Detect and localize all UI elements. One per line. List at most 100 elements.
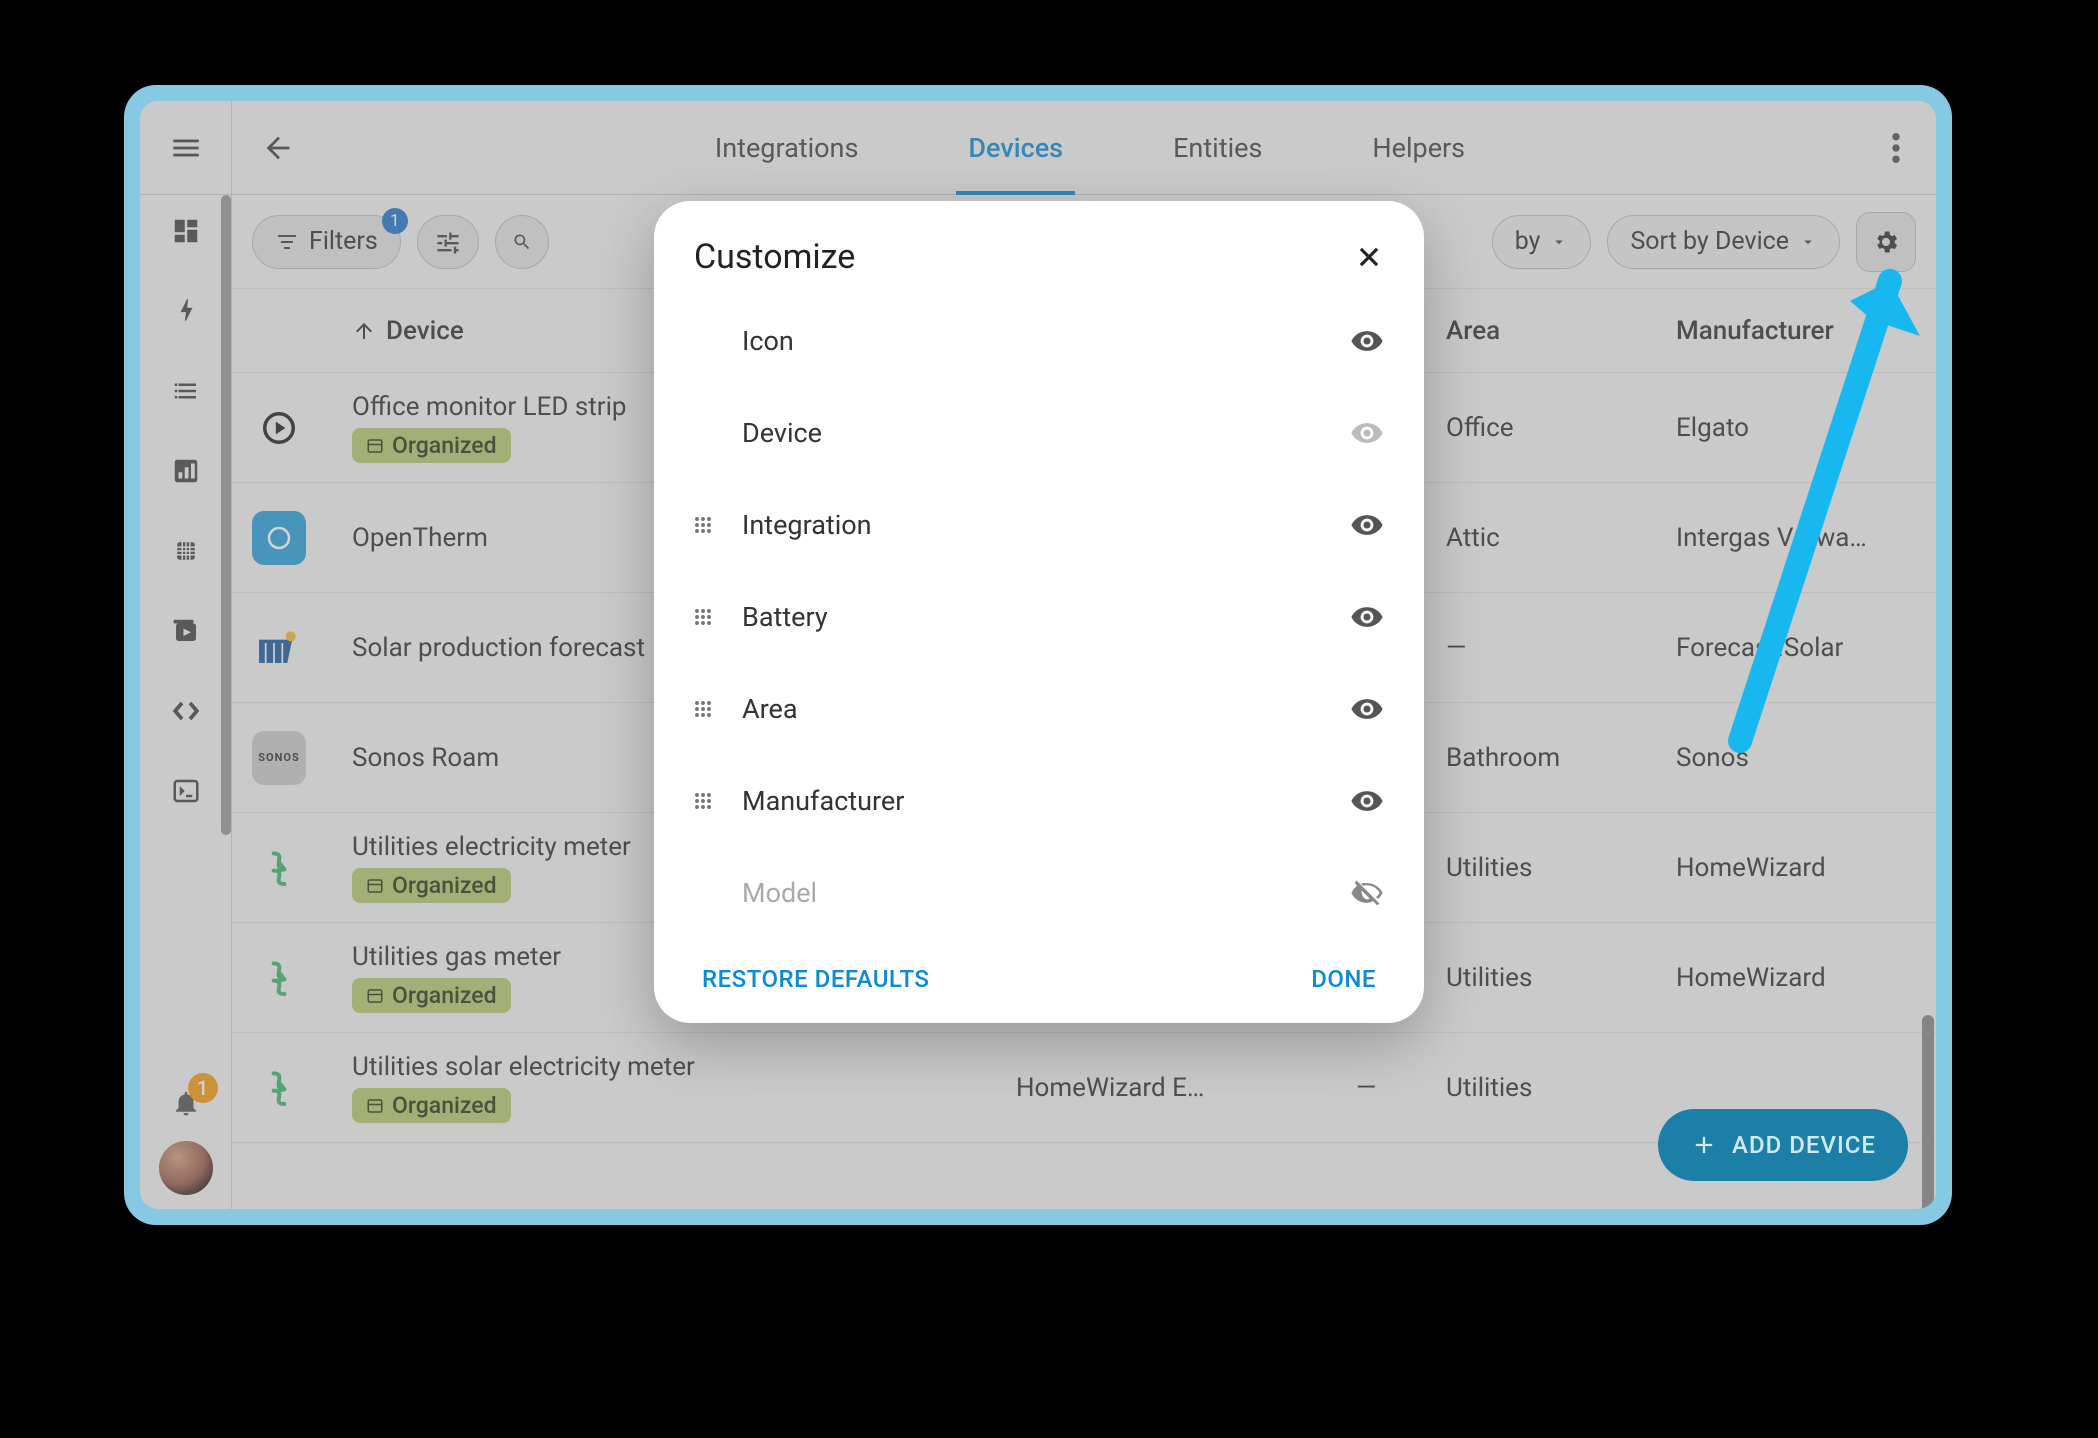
hamburger-icon <box>169 131 203 165</box>
tune-icon <box>434 228 462 256</box>
customize-columns-chip[interactable] <box>417 215 479 269</box>
customize-column-item: Integration <box>694 479 1384 571</box>
rail-hardware-icon[interactable] <box>168 533 204 569</box>
cell-area: Office <box>1446 413 1676 443</box>
notifications-badge: 1 <box>188 1073 218 1103</box>
label-chip: Organized <box>352 868 511 903</box>
cell-area: Utilities <box>1446 853 1676 883</box>
overflow-menu-button[interactable] <box>1856 133 1936 163</box>
cell-area: Utilities <box>1446 963 1676 993</box>
visibility-on-icon[interactable] <box>1336 784 1384 818</box>
tab-helpers[interactable]: Helpers <box>1372 101 1465 194</box>
device-icon <box>252 1061 306 1115</box>
visibility-on-icon[interactable] <box>1336 692 1384 726</box>
column-header-area[interactable]: Area <box>1446 316 1676 346</box>
rail-code-icon[interactable] <box>168 693 204 729</box>
dialog-close-button[interactable] <box>1354 242 1384 272</box>
close-icon <box>1354 242 1384 272</box>
filters-label: Filters <box>309 227 378 256</box>
main-scrollbar[interactable] <box>1922 1015 1934 1209</box>
dialog-title: Customize <box>694 237 855 277</box>
sort-by-label: Sort by Device <box>1630 227 1789 256</box>
visibility-off-icon[interactable] <box>1336 876 1384 910</box>
customize-dialog: Customize Icon Device Integration Battery Ar… <box>654 201 1424 1023</box>
rail-media-icon[interactable] <box>168 613 204 649</box>
gear-icon <box>1872 228 1900 256</box>
search-icon <box>512 229 532 255</box>
customize-column-label: Model <box>742 877 1336 909</box>
add-device-fab[interactable]: ADD DEVICE <box>1658 1109 1908 1181</box>
rail-list-icon[interactable] <box>168 373 204 409</box>
customize-column-label: Battery <box>742 601 1336 633</box>
filters-chip[interactable]: Filters 1 <box>252 215 401 269</box>
cell-area: — <box>1446 633 1676 663</box>
customize-column-item: Battery <box>694 571 1384 663</box>
cell-manufacturer: Forecast.Solar <box>1676 633 1916 663</box>
customize-column-item: Manufacturer <box>694 755 1384 847</box>
rail-scrollbar[interactable] <box>221 195 231 835</box>
sort-by-chip[interactable]: Sort by Device <box>1607 215 1840 269</box>
device-name: Solar production forecast <box>352 633 645 663</box>
cell-manufacturer: Intergas Verwa… <box>1676 523 1916 553</box>
group-by-label: by <box>1515 227 1541 256</box>
visibility-on-icon[interactable] <box>1336 600 1384 634</box>
rail-terminal-icon[interactable] <box>168 773 204 809</box>
tab-devices[interactable]: Devices <box>968 101 1063 194</box>
rail-chart-icon[interactable] <box>168 453 204 489</box>
arrow-up-icon <box>352 319 376 343</box>
table-settings-button[interactable] <box>1856 212 1916 272</box>
device-icon <box>252 951 306 1005</box>
column-header-manufacturer[interactable]: Manufacturer <box>1676 316 1916 346</box>
cell-manufacturer: Sonos <box>1676 743 1916 773</box>
device-icon <box>252 511 306 565</box>
customize-column-label: Area <box>742 693 1336 725</box>
tab-entities[interactable]: Entities <box>1173 101 1262 194</box>
chevron-down-icon <box>1799 233 1817 251</box>
customize-column-item: Area <box>694 663 1384 755</box>
device-name: Utilities solar electricity meter <box>352 1052 695 1082</box>
filter-icon <box>275 230 299 254</box>
device-name: Sonos Roam <box>352 743 499 773</box>
customize-column-label: Icon <box>742 325 1336 357</box>
rail-dashboard-icon[interactable] <box>168 213 204 249</box>
visibility-on-icon[interactable] <box>1336 324 1384 358</box>
device-icon <box>252 841 306 895</box>
device-icon <box>252 401 306 455</box>
label-chip: Organized <box>352 1088 511 1123</box>
hamburger-menu-button[interactable] <box>140 101 232 194</box>
notifications-button[interactable]: 1 <box>166 1083 206 1123</box>
restore-defaults-button[interactable]: RESTORE DEFAULTS <box>702 965 929 993</box>
cell-manufacturer: HomeWizard <box>1676 963 1916 993</box>
customize-column-label: Device <box>742 417 1336 449</box>
dots-vertical-icon <box>1892 133 1900 163</box>
device-name: OpenTherm <box>352 523 488 553</box>
arrow-left-icon <box>261 131 295 165</box>
plus-icon <box>1690 1131 1718 1159</box>
cell-integration: HomeWizard E… <box>1016 1073 1356 1103</box>
search-button[interactable] <box>495 215 549 269</box>
user-avatar[interactable] <box>159 1141 213 1195</box>
cell-area: Bathroom <box>1446 743 1676 773</box>
drag-handle-icon[interactable] <box>694 608 742 626</box>
label-chip: Organized <box>352 428 511 463</box>
cell-area: Utilities <box>1446 1073 1676 1103</box>
label-chip: Organized <box>352 978 511 1013</box>
customize-column-label: Integration <box>742 509 1336 541</box>
customize-column-item: Device <box>694 387 1384 479</box>
device-name: Office monitor LED strip <box>352 392 627 422</box>
back-button[interactable] <box>232 131 324 165</box>
group-by-chip[interactable]: by <box>1492 215 1592 269</box>
drag-handle-icon[interactable] <box>694 792 742 810</box>
filters-badge: 1 <box>382 208 408 234</box>
drag-handle-icon[interactable] <box>694 700 742 718</box>
visibility-on-icon[interactable] <box>1336 508 1384 542</box>
tab-integrations[interactable]: Integrations <box>715 101 859 194</box>
cell-manufacturer: HomeWizard <box>1676 853 1916 883</box>
chevron-down-icon <box>1550 233 1568 251</box>
cell-area: Attic <box>1446 523 1676 553</box>
rail-energy-icon[interactable] <box>168 293 204 329</box>
device-name: Utilities gas meter <box>352 942 561 972</box>
visibility-on-icon[interactable] <box>1336 416 1384 450</box>
drag-handle-icon[interactable] <box>694 516 742 534</box>
done-button[interactable]: DONE <box>1311 965 1376 993</box>
